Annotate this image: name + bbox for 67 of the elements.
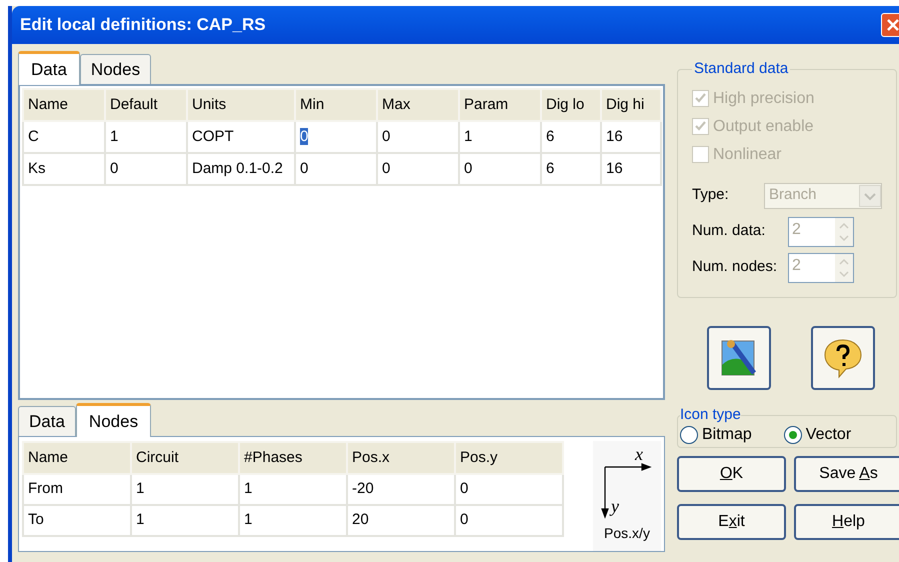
table-cell: 0 [455,505,563,536]
help-button[interactable] [811,326,875,390]
table-cell: 16 [601,153,661,185]
table-cell: 20 [347,505,455,536]
type-label: Type: [692,185,730,206]
radio-button[interactable] [784,426,802,444]
tab[interactable]: Nodes [76,403,152,437]
column-header: Name [23,442,131,474]
group-title: Standard data [693,59,790,79]
x-axis-label: x [635,443,643,466]
table-cell: 1 [239,505,347,536]
table-cell: 1 [131,505,239,536]
dialog-button[interactable]: OK [677,456,786,492]
table-cell: COPT [187,121,295,153]
radio-label: Vector [806,424,852,444]
column-header: Pos.y [455,442,563,474]
tab[interactable]: Nodes [80,54,152,84]
table-cell: 16 [601,121,661,153]
table-cell: To [23,505,131,536]
column-header: Pos.x [347,442,455,474]
close-icon [886,18,899,32]
tab[interactable]: Data [18,51,80,85]
radio-label: Bitmap [702,424,752,444]
table-cell: 0 [377,121,459,153]
table-cell: 0 [459,153,541,185]
checkbox-label: Nonlinear [713,144,782,164]
radio-button[interactable] [680,426,698,444]
window-title: Edit local definitions: CAP_RS [20,14,266,36]
column-header: Min [295,89,377,121]
column-header: Circuit [131,442,239,474]
column-header: Dig lo [541,89,601,121]
column-header: Param [459,89,541,121]
table-cell: -20 [347,474,455,505]
tab[interactable]: Data [18,406,76,436]
dialog-button[interactable]: Help [794,504,899,540]
dialog-button[interactable]: Exit [677,504,786,540]
table-cell: 6 [541,153,601,185]
spinner-label: Num. nodes: [692,257,778,278]
table-cell: 1 [105,121,187,153]
dialog-button[interactable]: Save As [794,456,899,492]
table-cell: 0 [105,153,187,185]
close-button[interactable] [881,13,899,37]
table-cell: Ks [23,153,105,185]
column-header: Name [23,89,105,121]
table-cell: 0 [295,121,377,153]
column-header: #Phases [239,442,347,474]
column-header: Units [187,89,295,121]
table-cell: Damp 0.1-0.2 [187,153,295,185]
group-title: Icon type [680,405,741,425]
icon-editor-button[interactable] [707,326,771,390]
table-cell: 0 [377,153,459,185]
table-cell: 1 [131,474,239,505]
table-cell: 1 [239,474,347,505]
table-cell: 1 [459,121,541,153]
table-cell: 0 [455,474,563,505]
axes-caption: Pos.x/y [604,524,650,543]
table-cell: 0 [295,153,377,185]
checkbox-label: Output enable [713,116,814,136]
table-cell: From [23,474,131,505]
table-cell: C [23,121,105,153]
column-header: Max [377,89,459,121]
checkbox-label: High precision [713,88,814,108]
table-cell: 6 [541,121,601,153]
spinner-label: Num. data: [692,221,766,242]
y-axis-label: y [611,495,619,518]
column-header: Dig hi [601,89,661,121]
column-header: Default [105,89,187,121]
